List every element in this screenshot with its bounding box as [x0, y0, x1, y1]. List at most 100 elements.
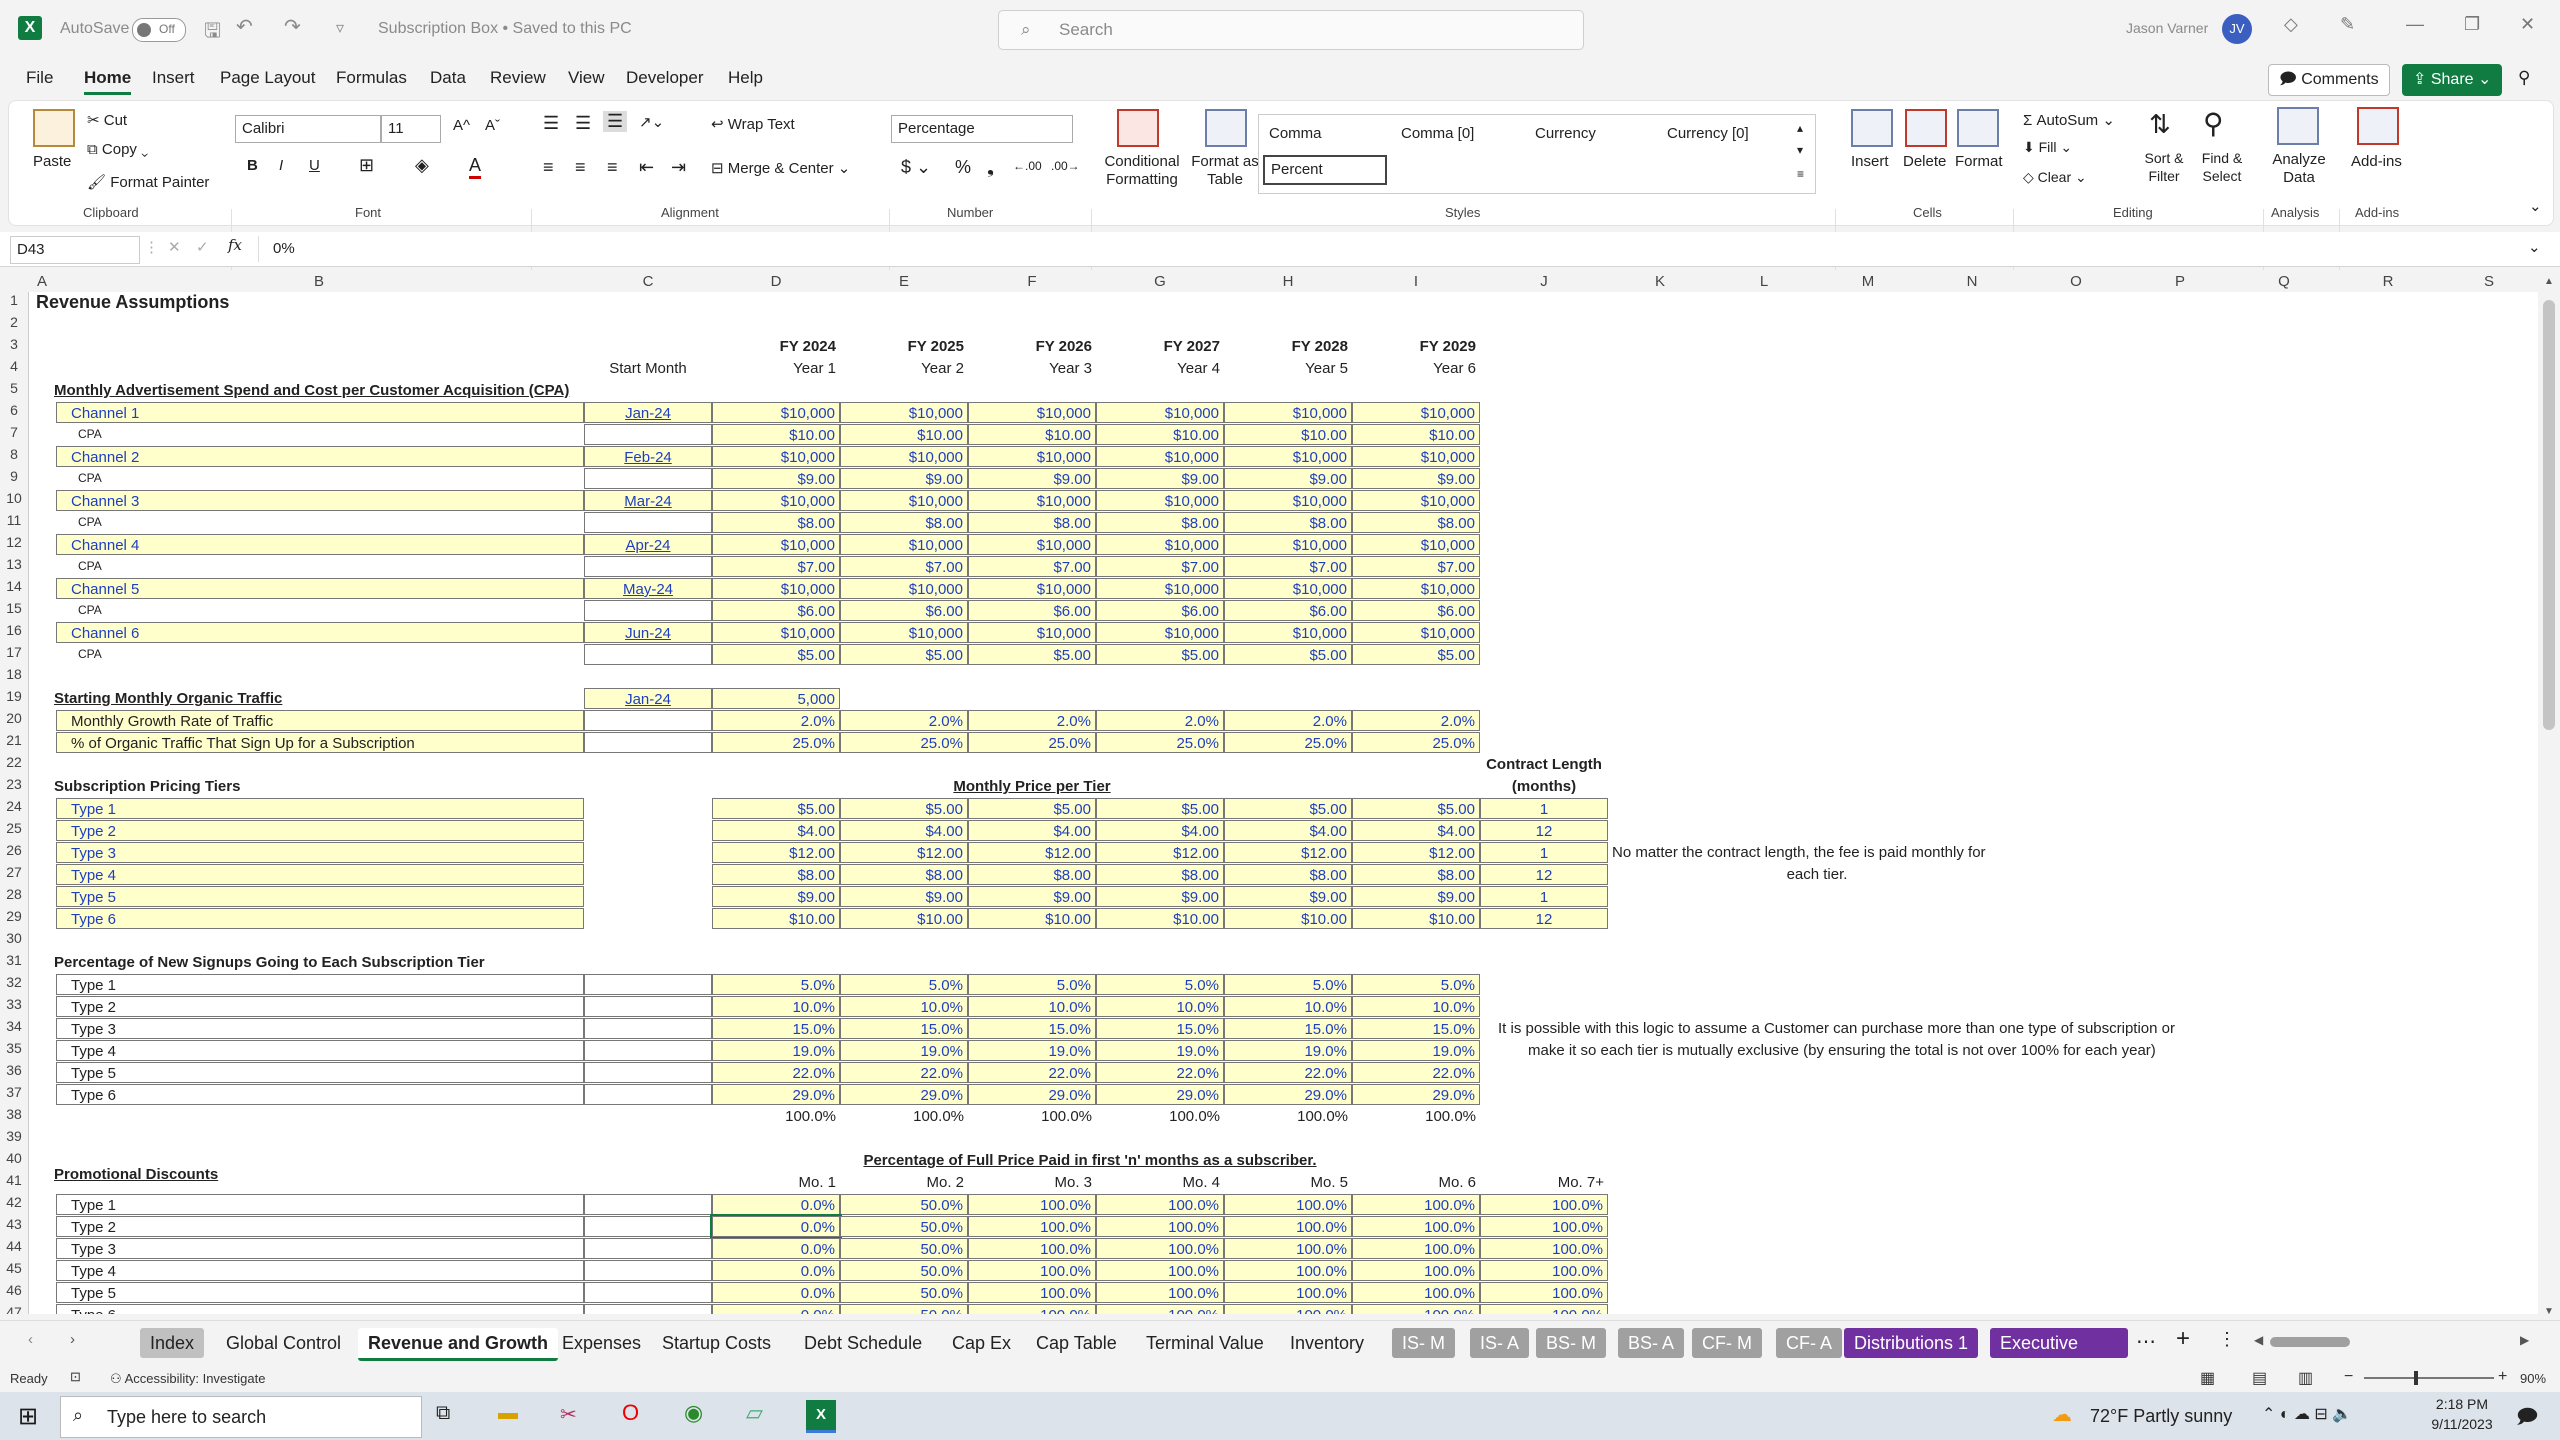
- tier-contract-length[interactable]: 1: [1480, 842, 1608, 863]
- tier-price[interactable]: $8.00: [1096, 864, 1224, 885]
- row-header[interactable]: 37: [0, 1084, 29, 1106]
- name-box[interactable]: D43: [10, 236, 140, 264]
- snipping-tool-icon[interactable]: ✂: [560, 1402, 577, 1427]
- promo-value[interactable]: 100.0%: [1096, 1194, 1224, 1215]
- align-right-icon[interactable]: ≡: [607, 157, 618, 178]
- format-button[interactable]: Format: [1955, 153, 2003, 170]
- tier-name[interactable]: Type 1: [56, 798, 584, 819]
- column-header[interactable]: I: [1352, 273, 1480, 290]
- row-header[interactable]: 13: [0, 556, 29, 578]
- scroll-down-icon[interactable]: ▼: [2544, 1306, 2554, 1317]
- column-header[interactable]: H: [1224, 273, 1352, 290]
- style-comma-0[interactable]: Comma [0]: [1401, 125, 1474, 142]
- channel-spend[interactable]: $10,000: [840, 490, 968, 511]
- pen-icon[interactable]: ✎: [2340, 14, 2355, 35]
- promo-value[interactable]: 50.0%: [840, 1260, 968, 1281]
- pct-total[interactable]: 100.0%: [968, 1106, 1096, 1127]
- tier-price[interactable]: $4.00: [1096, 820, 1224, 841]
- row-header[interactable]: 28: [0, 886, 29, 908]
- row-header[interactable]: 6: [0, 402, 29, 424]
- promo-month-header[interactable]: Mo. 4: [1096, 1172, 1224, 1193]
- tier-price[interactable]: $12.00: [1352, 842, 1480, 863]
- channel-cpa[interactable]: $8.00: [712, 512, 840, 533]
- blank[interactable]: [584, 732, 712, 753]
- promo-value[interactable]: 0.0%: [712, 1282, 840, 1303]
- blank[interactable]: [584, 1194, 712, 1215]
- fy-header[interactable]: FY 2026: [968, 336, 1096, 357]
- channel-cpa[interactable]: $6.00: [1096, 600, 1224, 621]
- menu-data[interactable]: Data: [430, 68, 466, 88]
- promo-value[interactable]: 100.0%: [1352, 1194, 1480, 1215]
- sheet-tab[interactable]: IS- M: [1392, 1328, 1455, 1358]
- promo-value[interactable]: 0.0%: [712, 1216, 840, 1237]
- file-explorer-icon[interactable]: ▬: [498, 1402, 518, 1425]
- promo-value[interactable]: 50.0%: [840, 1304, 968, 1314]
- row-header[interactable]: 23: [0, 776, 29, 798]
- channel-spend[interactable]: $10,000: [840, 578, 968, 599]
- column-header[interactable]: L: [1712, 273, 1816, 290]
- tier-name[interactable]: Type 6: [56, 908, 584, 929]
- cpa-blank[interactable]: [584, 512, 712, 533]
- row-header[interactable]: 25: [0, 820, 29, 842]
- cpa-label[interactable]: CPA: [56, 644, 606, 665]
- tier-pct[interactable]: 29.0%: [1224, 1084, 1352, 1105]
- tier-price[interactable]: $5.00: [1352, 798, 1480, 819]
- tier-price[interactable]: $10.00: [1352, 908, 1480, 929]
- insert-cells-icon[interactable]: [1851, 109, 1893, 147]
- promo-value[interactable]: 100.0%: [968, 1282, 1096, 1303]
- channel-cpa[interactable]: $5.00: [1096, 644, 1224, 665]
- signup-rate-label[interactable]: % of Organic Traffic That Sign Up for a …: [56, 732, 584, 753]
- channel-cpa[interactable]: $6.00: [968, 600, 1096, 621]
- increase-decimal-icon[interactable]: ←.00: [1013, 159, 1042, 173]
- row-header[interactable]: 8: [0, 446, 29, 468]
- tier-price[interactable]: $9.00: [1352, 886, 1480, 907]
- promo-value[interactable]: 0.0%: [712, 1238, 840, 1259]
- menu-page-layout[interactable]: Page Layout: [220, 68, 315, 88]
- font-name-select[interactable]: Calibri: [235, 115, 381, 143]
- row-header[interactable]: 18: [0, 666, 29, 688]
- sheet-tab[interactable]: Global Control: [216, 1328, 351, 1358]
- blank[interactable]: [584, 1304, 712, 1314]
- vertical-scrollbar[interactable]: ▲ ▼: [2538, 270, 2560, 1320]
- row-header[interactable]: 32: [0, 974, 29, 996]
- worksheet-grid[interactable]: 1234567891011121314151617181920212223242…: [0, 292, 2538, 1314]
- autosave-toggle[interactable]: Off: [132, 18, 186, 42]
- column-header[interactable]: R: [2336, 273, 2440, 290]
- tier-price[interactable]: $5.00: [712, 798, 840, 819]
- pct-note[interactable]: It is possible with this logic to assume…: [1498, 1018, 2258, 1039]
- year-header[interactable]: Year 4: [1096, 358, 1224, 379]
- promo-value[interactable]: 100.0%: [1480, 1238, 1608, 1259]
- sheet-tab[interactable]: CF- M: [1692, 1328, 1762, 1358]
- tier-contract-length[interactable]: 12: [1480, 864, 1608, 885]
- promo-header[interactable]: Percentage of Full Price Paid in first '…: [840, 1150, 1340, 1171]
- clock-date[interactable]: 9/11/2023: [2426, 1416, 2498, 1432]
- sheet-tab[interactable]: Index: [140, 1328, 204, 1358]
- tier-pct[interactable]: 10.0%: [1096, 996, 1224, 1017]
- channel-cpa[interactable]: $6.00: [1352, 600, 1480, 621]
- channel-cpa[interactable]: $9.00: [1096, 468, 1224, 489]
- channel-cpa[interactable]: $9.00: [840, 468, 968, 489]
- tier-pct[interactable]: 29.0%: [1096, 1084, 1224, 1105]
- sheet-tab[interactable]: CF- A: [1776, 1328, 1842, 1358]
- growth-rate-value[interactable]: 2.0%: [840, 710, 968, 731]
- fy-header[interactable]: FY 2027: [1096, 336, 1224, 357]
- tier-pct[interactable]: 29.0%: [712, 1084, 840, 1105]
- tier-pct[interactable]: 15.0%: [1224, 1018, 1352, 1039]
- channel-name[interactable]: Channel 6: [56, 622, 584, 643]
- column-header[interactable]: D: [712, 273, 840, 290]
- cpa-blank[interactable]: [584, 556, 712, 577]
- tier-pct[interactable]: 10.0%: [712, 996, 840, 1017]
- gallery-down-icon[interactable]: ▾: [1797, 143, 1803, 157]
- promo-value[interactable]: 0.0%: [712, 1304, 840, 1314]
- promo-value[interactable]: 100.0%: [1096, 1282, 1224, 1303]
- channel-cpa[interactable]: $9.00: [1224, 468, 1352, 489]
- align-center-icon[interactable]: ≡: [575, 157, 586, 178]
- tier-price[interactable]: $8.00: [968, 864, 1096, 885]
- cpa-blank[interactable]: [584, 600, 712, 621]
- excel-taskbar-icon[interactable]: X: [806, 1400, 836, 1433]
- copy-button[interactable]: ⧉ Copy ⌄: [87, 141, 148, 158]
- contract-note[interactable]: each tier.: [1612, 864, 2022, 885]
- tier-pct[interactable]: 22.0%: [1224, 1062, 1352, 1083]
- row-header[interactable]: 33: [0, 996, 29, 1018]
- row-header[interactable]: 14: [0, 578, 29, 600]
